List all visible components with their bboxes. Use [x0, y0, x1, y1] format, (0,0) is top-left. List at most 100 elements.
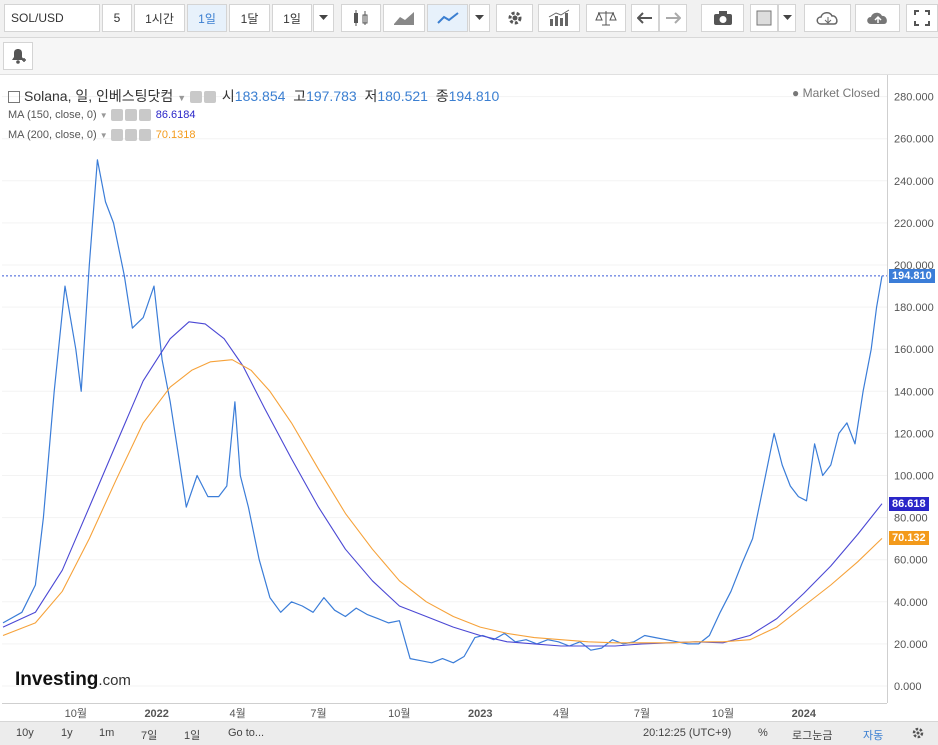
time-axis[interactable]: 10월 2022 4월 7월 10월 2023 4월 7월 10월 2024 — [2, 703, 887, 722]
chevron-down-icon — [319, 15, 328, 20]
settings-button[interactable] — [496, 4, 533, 32]
cloud-upload-icon — [866, 12, 887, 24]
settings-icon[interactable] — [124, 129, 137, 142]
ma200-price-tag: 70.132 — [889, 531, 929, 546]
range-10y[interactable]: 10y — [16, 727, 34, 739]
y-tick-label: 220.000 — [894, 218, 934, 230]
area-chart-icon — [394, 12, 414, 25]
ma150-legend: MA (150, close, 0) ▼ 86.6184 — [8, 109, 196, 122]
chevron-down-icon[interactable]: ▼ — [177, 93, 186, 103]
candles-button[interactable] — [341, 4, 381, 32]
market-status-label: Market Closed — [802, 86, 880, 100]
color-dropdown[interactable] — [778, 4, 796, 32]
color-button[interactable] — [750, 4, 778, 32]
x-tick-label: 2022 — [144, 708, 168, 720]
ma200-series-line — [2, 359, 883, 644]
symbol-input[interactable]: SOL/USD — [4, 4, 100, 32]
range-1d[interactable]: 1일 — [184, 727, 200, 743]
price-axis[interactable]: 0.000 20.000 40.000 60.000 80.000 100.000 120.… — [887, 75, 938, 703]
series-group — [2, 159, 883, 664]
close-icon[interactable] — [138, 129, 151, 142]
y-tick-label: 100.000 — [894, 471, 934, 483]
log-scale-toggle[interactable]: 로그눈금 — [792, 727, 832, 743]
interval-button-1d[interactable]: 1일 — [187, 4, 227, 32]
y-tick-label: 120.000 — [894, 428, 934, 440]
line-chart-icon — [436, 12, 459, 24]
load-chart-button[interactable] — [804, 4, 851, 32]
chart-type-dropdown[interactable] — [469, 4, 490, 32]
area-chart-button[interactable] — [383, 4, 425, 32]
redo-icon — [666, 12, 681, 24]
chart-canvas: Investing.com — [2, 96, 887, 690]
settings-icon[interactable] — [124, 109, 137, 122]
fullscreen-button[interactable] — [906, 4, 938, 32]
close-value: 194.810 — [448, 88, 500, 104]
camera-icon — [713, 11, 732, 25]
legend-title: Solana, 일, 인베스팅닷컴 — [24, 88, 174, 104]
price-gridlines — [2, 96, 887, 687]
clock-readout: 20:12:25 (UTC+9) — [643, 727, 732, 739]
ma150-value: 86.6184 — [155, 109, 196, 121]
undo-button[interactable] — [631, 4, 659, 32]
interval-button-1mo[interactable]: 1달 — [229, 4, 270, 32]
chevron-down-icon[interactable]: ▼ — [100, 111, 108, 120]
open-label: 시 — [221, 88, 235, 104]
drawing-toolbar — [0, 38, 938, 75]
ma200-legend: MA (200, close, 0) ▼ 70.1318 — [8, 129, 196, 142]
eye-icon[interactable] — [110, 129, 123, 142]
y-tick-label: 280.000 — [894, 92, 934, 104]
undo-icon — [637, 12, 652, 24]
close-icon[interactable] — [138, 109, 151, 122]
add-alert-button[interactable] — [3, 42, 33, 70]
y-tick-label: 260.000 — [894, 134, 934, 146]
save-chart-button[interactable] — [855, 4, 900, 32]
ma150-price-tag: 86.618 — [889, 496, 929, 511]
y-tick-label: 80.000 — [894, 513, 928, 525]
interval-button-5[interactable]: 5 — [102, 4, 132, 32]
range-1m[interactable]: 1m — [99, 727, 114, 739]
x-tick-label: 2023 — [468, 708, 492, 720]
x-tick-label: 4월 — [229, 707, 245, 720]
line-chart-button[interactable] — [427, 4, 468, 32]
interval-button-custom[interactable]: 1일 — [272, 4, 312, 32]
settings-gear-icon[interactable] — [911, 726, 925, 740]
fullscreen-icon — [914, 10, 930, 26]
y-tick-label: 60.000 — [894, 555, 928, 567]
eye-icon[interactable] — [110, 109, 123, 122]
market-status: ● Market Closed — [792, 86, 880, 100]
chevron-down-icon[interactable]: ▼ — [100, 131, 108, 140]
investing-logo: Investing.com — [15, 669, 131, 690]
eye-icon[interactable] — [190, 91, 203, 104]
collapse-legend-icon[interactable] — [8, 91, 20, 104]
ma200-label: MA (200, close, 0) — [8, 129, 97, 141]
auto-scale-toggle[interactable]: 자동 — [863, 727, 883, 743]
screenshot-button[interactable] — [701, 4, 744, 32]
x-tick-label: 10월 — [712, 707, 734, 720]
compare-button[interactable] — [586, 4, 626, 32]
symbol-label: SOL/USD — [11, 11, 64, 25]
goto-date-button[interactable]: Go to... — [228, 727, 264, 739]
interval-label: 5 — [113, 11, 121, 25]
open-value: 183.854 — [234, 88, 286, 104]
chart-plot-area[interactable]: Investing.com — [2, 75, 887, 703]
settings-icon[interactable] — [204, 91, 217, 104]
settings-gear-icon — [508, 11, 521, 25]
range-1y[interactable]: 1y — [61, 727, 73, 739]
interval-label: 1일 — [283, 11, 301, 26]
interval-button-1h[interactable]: 1시간 — [134, 4, 185, 32]
close-label: 종 — [435, 88, 449, 104]
bottom-bar: 10y 1y 1m 7일 1일 Go to... 20:12:25 (UTC+9… — [0, 721, 938, 745]
interval-label: 1달 — [240, 11, 259, 26]
bell-plus-icon — [12, 49, 26, 64]
interval-dropdown[interactable] — [313, 4, 334, 32]
low-label: 저 — [364, 88, 378, 104]
time-axis-labels: 10월 2022 4월 7월 10월 2023 4월 7월 10월 2024 — [65, 707, 817, 720]
interval-label: 1일 — [198, 11, 216, 26]
percent-scale-toggle[interactable]: % — [758, 727, 768, 739]
indicators-button[interactable] — [538, 4, 580, 32]
chevron-down-icon — [782, 15, 792, 20]
chevron-down-icon — [475, 15, 484, 20]
redo-button[interactable] — [659, 4, 687, 32]
ma200-value: 70.1318 — [155, 129, 196, 141]
range-7d[interactable]: 7일 — [141, 727, 157, 743]
